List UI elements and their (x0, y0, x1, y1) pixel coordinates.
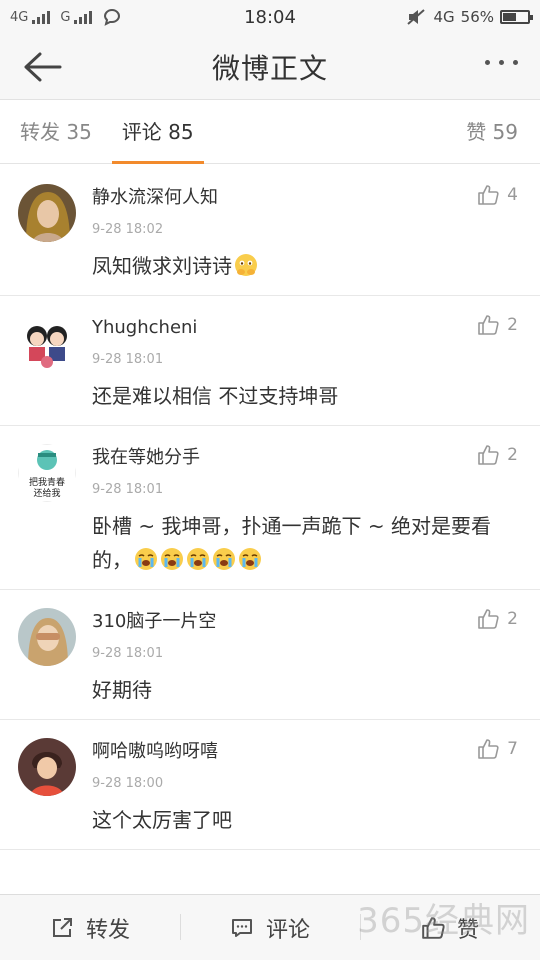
comment-like-button[interactable]: 2 (477, 314, 518, 336)
signal-icon (32, 10, 51, 24)
avatar[interactable] (18, 608, 76, 666)
comment-like-button[interactable]: 2 (477, 444, 518, 466)
avatar[interactable] (18, 738, 76, 796)
comment-text: 好期待 (92, 673, 518, 719)
avatar[interactable] (18, 314, 76, 372)
network-indicator: 4G (433, 8, 455, 26)
comment-username[interactable]: 静水流深何人知 (92, 184, 518, 212)
comment-text-content: 凤知微求刘诗诗 (92, 254, 232, 278)
network-type-1: 4G (10, 9, 29, 25)
comment-username[interactable]: 我在等她分手 (92, 444, 518, 472)
nav-bar: 微博正文 (0, 34, 540, 100)
thumbs-up-icon (478, 185, 499, 205)
comment-label: 评论 (265, 917, 310, 943)
comment-username[interactable]: 310脑子一片空 (92, 608, 518, 636)
thumbs-up-icon (478, 739, 499, 759)
comment-button[interactable]: 评论 (180, 912, 360, 944)
comment-list: 静水流深何人知 9-28 18:02 凤知微求刘诗诗 4 Yhughcheni … (0, 166, 540, 894)
network-type-2: G (60, 9, 71, 25)
comment-text-content: 好期待 (92, 678, 152, 702)
repost-label: 转发 (85, 917, 130, 943)
comment-time: 9-28 18:02 (92, 222, 164, 237)
share-icon (52, 917, 72, 937)
crying-face-emoji-icon (135, 548, 157, 570)
like-count: 7 (507, 739, 518, 759)
comment-text: 凤知微求刘诗诗 (92, 249, 518, 295)
avatar-caption-line-1: 把我青春 (29, 476, 65, 488)
comment-item: 静水流深何人知 9-28 18:02 凤知微求刘诗诗 4 (0, 166, 540, 296)
comment-like-button[interactable]: 7 (477, 738, 518, 760)
comment-like-button[interactable]: 2 (477, 608, 518, 630)
thumbs-up-icon (478, 315, 499, 335)
comment-like-button[interactable]: 4 (477, 184, 518, 206)
praying-face-emoji-icon (235, 254, 257, 276)
comment-time: 9-28 18:01 (92, 352, 164, 367)
like-count: 2 (507, 609, 518, 629)
battery-icon (500, 10, 533, 24)
comment-icon (231, 918, 252, 937)
comment-text: 还是难以相信 不过支持坤哥 (92, 379, 518, 425)
tab-repost[interactable]: 转发 35 (20, 100, 92, 164)
more-options-icon[interactable] (485, 60, 518, 65)
thumbs-up-icon (478, 609, 499, 629)
crying-face-emoji-icon (161, 548, 183, 570)
thumbs-up-icon (478, 445, 499, 465)
crying-face-emoji-icon (187, 548, 209, 570)
comment-time: 9-28 18:00 (92, 776, 164, 791)
comment-item: 啊哈嗷呜哟呀嘻 9-28 18:00 这个太厉害了吧 7 (0, 720, 540, 850)
like-count: 2 (507, 445, 518, 465)
thumbs-up-icon (422, 916, 445, 939)
signal-icon-2 (74, 10, 93, 24)
back-arrow-icon[interactable] (22, 50, 62, 84)
emoji-group (132, 548, 262, 572)
comment-item: 310脑子一片空 9-28 18:01 好期待 2 (0, 590, 540, 720)
comment-text-content: 这个太厉害了吧 (92, 808, 232, 832)
repost-button[interactable]: 转发 (0, 912, 180, 944)
like-count: 2 (507, 315, 518, 335)
like-label: 赞 (456, 917, 479, 943)
comment-time: 9-28 18:01 (92, 646, 164, 661)
status-bar: 4G G 18:04 4G 56% (0, 0, 540, 34)
crying-face-emoji-icon (213, 548, 235, 570)
comment-text: 卧槽 ~ 我坤哥，扑通一声跪下 ~ 绝对是要看的， (92, 509, 518, 589)
crying-face-emoji-icon (239, 548, 261, 570)
tab-bar: 转发 35 评论 85 赞 59 (0, 100, 540, 164)
like-button[interactable]: 赞 (360, 912, 540, 944)
comment-text: 这个太厉害了吧 (92, 803, 518, 849)
comment-time: 9-28 18:01 (92, 482, 164, 497)
mute-icon (407, 9, 426, 25)
comment-text-content: 还是难以相信 不过支持坤哥 (92, 384, 339, 408)
comment-item: 把我青春 还给我 我在等她分手 9-28 18:01 卧槽 ~ 我坤哥，扑通一声… (0, 426, 540, 590)
avatar[interactable] (18, 184, 76, 242)
page-title: 微博正文 (211, 51, 328, 85)
signal-area: 4G G (10, 8, 122, 26)
tab-comment[interactable]: 评论 85 (111, 100, 204, 164)
bottom-action-bar: 转发 评论 赞 365经典网 (0, 894, 540, 960)
avatar-caption-line-2: 还给我 (33, 487, 60, 499)
battery-percent: 56% (460, 8, 494, 26)
status-right: 4G 56% (407, 8, 533, 26)
like-count: 4 (507, 185, 518, 205)
comment-username[interactable]: 啊哈嗷呜哟呀嘻 (92, 738, 518, 766)
notification-icon (104, 8, 121, 26)
comment-username[interactable]: Yhughcheni (92, 314, 518, 342)
tab-like[interactable]: 赞 59 (466, 100, 518, 164)
avatar[interactable]: 把我青春 还给我 (18, 444, 76, 502)
comment-item: Yhughcheni 9-28 18:01 还是难以相信 不过支持坤哥 2 (0, 296, 540, 426)
